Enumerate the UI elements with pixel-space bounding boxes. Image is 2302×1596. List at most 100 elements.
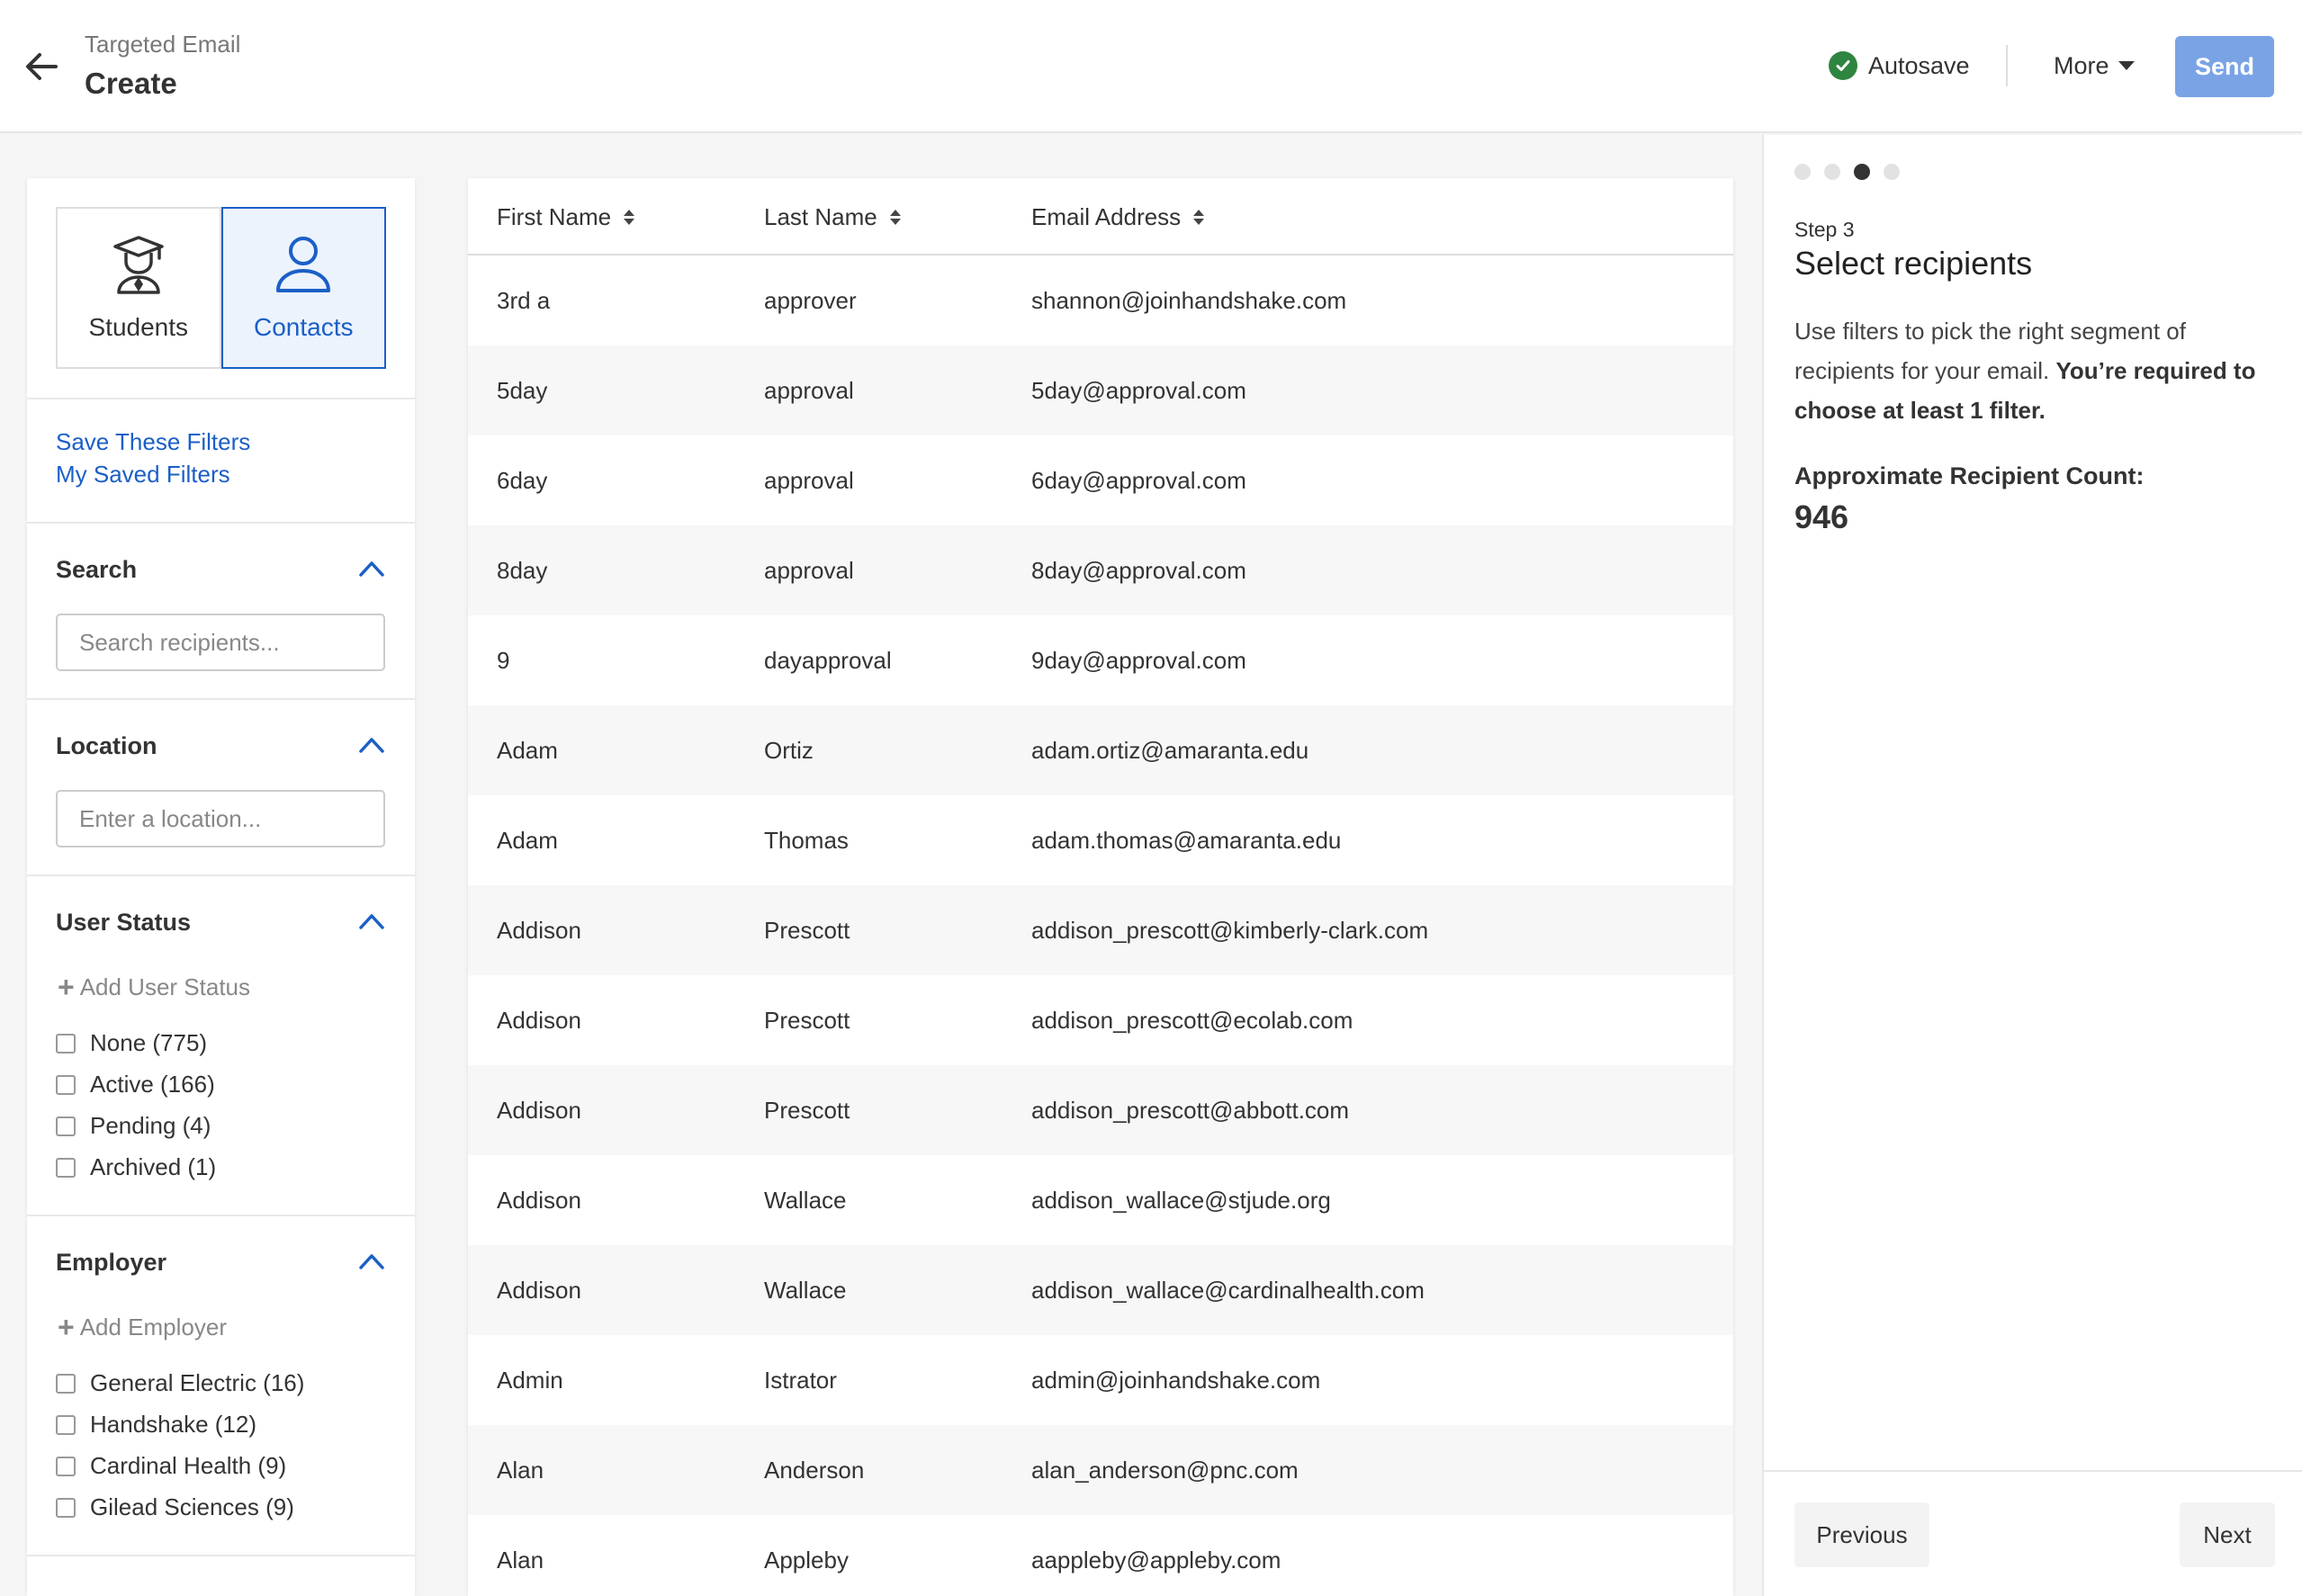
table-row[interactable]: Alan Anderson alan_anderson@pnc.com	[468, 1425, 1733, 1515]
search-section-title: Search	[56, 556, 138, 583]
first-name-cell: Addison	[497, 1276, 581, 1304]
step-dot[interactable]	[1824, 164, 1840, 180]
saved-filters-link[interactable]: My Saved Filters	[56, 461, 230, 489]
email-cell: addison_wallace@stjude.org	[1031, 1186, 1331, 1214]
table-row[interactable]: Addison Wallace addison_wallace@cardinalhe…	[468, 1245, 1733, 1335]
divider	[27, 1215, 415, 1216]
email-cell: 6day@approval.com	[1031, 466, 1246, 494]
last-name-cell: Prescott	[764, 916, 850, 944]
employer-option[interactable]: Gilead Sciences (9)	[56, 1493, 294, 1521]
email-cell: 8day@approval.com	[1031, 556, 1246, 584]
step-dot[interactable]	[1884, 164, 1900, 180]
recipient-count-label: Approximate Recipient Count:	[1794, 462, 2145, 489]
checkbox[interactable]	[56, 1116, 76, 1136]
students-toggle-button[interactable]: Students	[56, 207, 221, 369]
chevron-up-icon[interactable]	[358, 908, 385, 935]
caret-down-icon	[2118, 61, 2135, 70]
chevron-up-icon[interactable]	[358, 555, 385, 582]
previous-button[interactable]: Previous	[1794, 1502, 1929, 1567]
employer-option[interactable]: Cardinal Health (9)	[56, 1452, 286, 1480]
autosave-status: Autosave	[1829, 50, 1970, 81]
recipients-table: First Name Last Name Email Address 3rd a…	[468, 178, 1733, 1596]
table-row[interactable]: Addison Wallace addison_wallace@stjude.org	[468, 1155, 1733, 1245]
table-row[interactable]: 9 dayapproval 9day@approval.com	[468, 615, 1733, 705]
next-button[interactable]: Next	[2180, 1502, 2275, 1567]
option-label: None (775)	[90, 1029, 208, 1056]
last-name-cell: Wallace	[764, 1276, 847, 1304]
send-button[interactable]: Send	[2175, 36, 2274, 97]
column-header-first-name[interactable]: First Name	[497, 178, 635, 256]
column-label: Email Address	[1031, 202, 1182, 230]
employer-option[interactable]: General Electric (16)	[56, 1369, 304, 1397]
checkbox[interactable]	[56, 1157, 76, 1178]
user-status-option[interactable]: None (775)	[56, 1029, 207, 1057]
save-filters-link[interactable]: Save These Filters	[56, 428, 250, 456]
top-bar: Targeted Email Create Autosave More Send	[0, 0, 2302, 133]
table-row[interactable]: Adam Ortiz adam.ortiz@amaranta.edu	[468, 705, 1733, 795]
checkbox[interactable]	[56, 1373, 76, 1394]
first-name-cell: 3rd a	[497, 286, 551, 314]
contacts-toggle-button[interactable]: Contacts	[220, 207, 386, 369]
checkbox[interactable]	[56, 1497, 76, 1518]
table-row[interactable]: 8day approval 8day@approval.com	[468, 525, 1733, 615]
last-name-cell: approval	[764, 466, 854, 494]
table-row[interactable]: Admin Istrator admin@joinhandshake.com	[468, 1335, 1733, 1425]
step-dot-current[interactable]	[1854, 164, 1870, 180]
last-name-cell: approval	[764, 556, 854, 584]
table-row[interactable]: Addison Prescott addison_prescott@abbott.c…	[468, 1065, 1733, 1155]
email-cell: admin@joinhandshake.com	[1031, 1366, 1321, 1394]
first-name-cell: Adam	[497, 826, 558, 854]
option-label: Archived (1)	[90, 1153, 217, 1180]
email-cell: adam.ortiz@amaranta.edu	[1031, 736, 1309, 764]
last-name-cell: Thomas	[764, 826, 849, 854]
user-status-option[interactable]: Pending (4)	[56, 1112, 211, 1140]
table-row[interactable]: Addison Prescott addison_prescott@kimberly…	[468, 885, 1733, 975]
table-row[interactable]: 6day approval 6day@approval.com	[468, 435, 1733, 525]
add-user-status-label: Add User Status	[79, 973, 250, 1000]
user-status-option[interactable]: Active (166)	[56, 1071, 215, 1098]
checkbox[interactable]	[56, 1033, 76, 1054]
checkbox[interactable]	[56, 1074, 76, 1095]
user-status-option[interactable]: Archived (1)	[56, 1153, 216, 1181]
wizard-panel: Step 3 Select recipients Use filters to …	[1762, 135, 2302, 1596]
first-name-cell: Alan	[497, 1456, 544, 1484]
back-arrow-icon[interactable]	[22, 47, 61, 86]
option-label: Pending (4)	[90, 1112, 211, 1139]
column-header-last-name[interactable]: Last Name	[764, 178, 901, 256]
add-employer-button[interactable]: + Add Employer	[58, 1313, 227, 1341]
step-indicator	[1794, 164, 1900, 180]
sort-icon	[1193, 209, 1205, 225]
first-name-cell: Adam	[497, 736, 558, 764]
sort-icon	[889, 209, 901, 225]
add-user-status-button[interactable]: + Add User Status	[58, 973, 250, 1001]
employer-section-title: Employer	[56, 1249, 167, 1276]
email-cell: alan_anderson@pnc.com	[1031, 1456, 1299, 1484]
column-header-email[interactable]: Email Address	[1031, 178, 1205, 256]
table-row[interactable]: 3rd a approver shannon@joinhandshake.com	[468, 256, 1733, 345]
chevron-up-icon[interactable]	[358, 731, 385, 758]
last-name-cell: Wallace	[764, 1186, 847, 1214]
table-row[interactable]: Adam Thomas adam.thomas@amaranta.edu	[468, 795, 1733, 885]
table-header: First Name Last Name Email Address	[468, 178, 1733, 256]
table-row[interactable]: Alan Appleby aappleby@appleby.com	[468, 1515, 1733, 1596]
filter-panel: Students Contacts Save These Filters My …	[27, 178, 415, 1596]
first-name-cell: Addison	[497, 916, 581, 944]
recipient-count-value: 946	[1794, 498, 1849, 535]
step-dot[interactable]	[1794, 164, 1811, 180]
plus-icon: +	[58, 971, 75, 1003]
checkbox[interactable]	[56, 1456, 76, 1476]
checkbox[interactable]	[56, 1414, 76, 1435]
first-name-cell: Addison	[497, 1096, 581, 1124]
more-menu-button[interactable]: More	[2054, 49, 2135, 83]
location-input[interactable]	[56, 790, 385, 847]
table-row[interactable]: Addison Prescott addison_prescott@ecolab.c…	[468, 975, 1733, 1065]
divider	[27, 398, 415, 399]
more-label: More	[2054, 51, 2109, 79]
option-label: Cardinal Health (9)	[90, 1452, 287, 1479]
column-label: First Name	[497, 202, 612, 230]
search-input[interactable]	[56, 614, 385, 671]
table-row[interactable]: 5day approval 5day@approval.com	[468, 345, 1733, 435]
step-title: Select recipients	[1794, 245, 2033, 282]
employer-option[interactable]: Handshake (12)	[56, 1411, 256, 1439]
chevron-up-icon[interactable]	[358, 1248, 385, 1275]
